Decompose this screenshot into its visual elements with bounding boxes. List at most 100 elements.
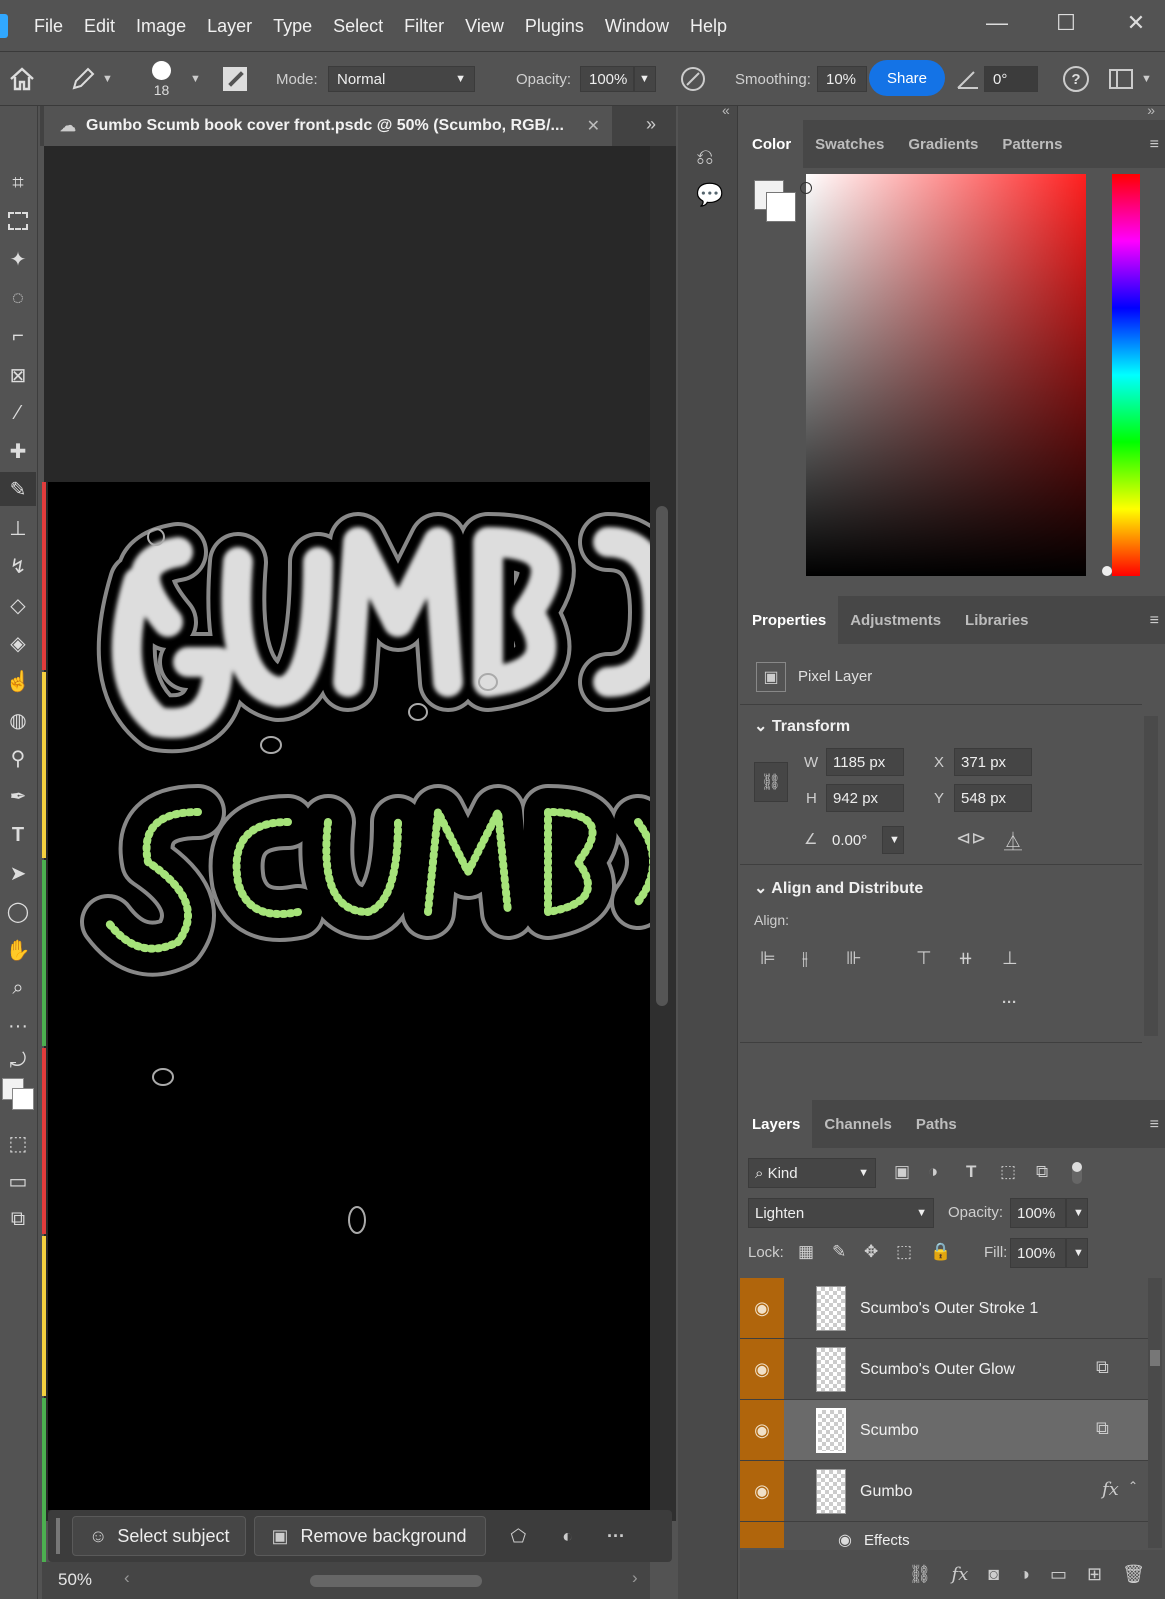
layer-row[interactable]: ◉ Scumbo's Outer Glow ⧉ <box>740 1339 1148 1400</box>
paint-bucket-tool-icon[interactable]: ◈ <box>0 626 36 660</box>
hue-slider-handle[interactable] <box>1102 566 1112 576</box>
frame-tool-icon[interactable]: ⊠ <box>0 358 36 392</box>
menu-file[interactable]: File <box>34 16 63 37</box>
visibility-eye-icon[interactable]: ◉ <box>740 1461 784 1521</box>
tab-swatches[interactable]: Swatches <box>803 120 896 168</box>
new-group-icon[interactable]: ▭ <box>1050 1564 1067 1585</box>
panel-expand-icon[interactable]: » <box>646 114 656 135</box>
filter-smart-object-icon[interactable]: ⧉ <box>1036 1162 1048 1182</box>
eraser-tool-icon[interactable]: ◇ <box>0 588 36 622</box>
help-icon[interactable]: ? <box>1063 52 1089 106</box>
menu-select[interactable]: Select <box>333 16 383 37</box>
history-panel-icon[interactable]: ⎌ <box>696 144 714 170</box>
lock-artboard-icon[interactable]: ⬚ <box>896 1242 912 1262</box>
filter-adjustment-icon[interactable]: ◑ <box>928 1162 938 1182</box>
more-tools-icon[interactable]: ··· <box>0 1009 36 1043</box>
menu-window[interactable]: Window <box>605 16 669 37</box>
fill-input[interactable]: 100% <box>1010 1238 1066 1268</box>
blur-tool-icon[interactable]: ◍ <box>0 703 36 737</box>
flip-vertical-icon[interactable]: ⏅ <box>1004 828 1022 854</box>
more-options-button[interactable]: ··· <box>607 1526 625 1547</box>
height-input[interactable]: 942 px <box>826 784 904 812</box>
tab-properties[interactable]: Properties <box>740 596 839 644</box>
properties-scrollbar[interactable] <box>1144 716 1158 1036</box>
layer-row-selected[interactable]: ◉ Scumbo ⧉ <box>740 1400 1148 1461</box>
workspace-icon[interactable]: ▼ <box>1109 52 1152 106</box>
marquee-tool-icon[interactable] <box>0 204 36 238</box>
tab-channels[interactable]: Channels <box>812 1100 904 1148</box>
rotation-input[interactable]: 0.00° <box>826 826 882 854</box>
select-subject-button[interactable]: ☺ Select subject <box>72 1516 247 1556</box>
quick-mask-icon[interactable]: ⬚ <box>0 1126 36 1160</box>
tab-layers[interactable]: Layers <box>740 1100 813 1148</box>
filter-shape-icon[interactable]: ⬚ <box>1000 1162 1016 1182</box>
menu-layer[interactable]: Layer <box>207 16 252 37</box>
menu-image[interactable]: Image <box>136 16 186 37</box>
transform-section-header[interactable]: ⌄ Transform <box>754 716 850 736</box>
menu-plugins[interactable]: Plugins <box>525 16 584 37</box>
menu-view[interactable]: View <box>465 16 504 37</box>
canvas-vertical-scrollbar[interactable] <box>650 146 676 1521</box>
visibility-eye-icon[interactable]: ◉ <box>740 1339 784 1399</box>
scrollbar-thumb[interactable] <box>656 506 668 1006</box>
drag-handle[interactable] <box>56 1518 60 1554</box>
document-tab[interactable]: ☁ Gumbo Scumb book cover front.psdc @ 50… <box>44 106 612 146</box>
background-swatch[interactable] <box>766 192 796 222</box>
hand-tool-icon[interactable]: ✋ <box>0 933 36 967</box>
clone-stamp-tool-icon[interactable]: ⊥ <box>0 511 36 545</box>
scroll-left-icon[interactable]: ‹ <box>124 1568 130 1588</box>
expand-panels-icon[interactable]: » <box>1147 102 1155 118</box>
menu-help[interactable]: Help <box>690 16 727 37</box>
share-button[interactable]: Share <box>869 60 945 96</box>
layer-filter-select[interactable]: ⌕ Kind ▼ <box>748 1158 876 1188</box>
lock-transparency-icon[interactable]: ▦ <box>798 1242 814 1262</box>
generative-fill-icon[interactable]: ⧉ <box>0 1202 36 1236</box>
align-top-icon[interactable]: ⊤ <box>916 948 932 969</box>
rotation-dropdown-icon[interactable]: ▼ <box>882 826 904 854</box>
mode-select[interactable]: Normal ▼ <box>328 66 475 92</box>
tab-patterns[interactable]: Patterns <box>990 120 1074 168</box>
tab-gradients[interactable]: Gradients <box>896 120 990 168</box>
chevron-down-icon[interactable]: ▼ <box>190 52 201 106</box>
smudge-tool-icon[interactable]: ☝ <box>0 664 36 698</box>
align-vertical-center-icon[interactable]: ⧺ <box>958 948 973 969</box>
color-picker-field[interactable] <box>800 174 1086 576</box>
new-adjustment-layer-icon[interactable]: ◑ <box>1019 1564 1030 1585</box>
add-mask-icon[interactable]: ◙ <box>988 1564 999 1585</box>
layers-scrollbar-thumb[interactable] <box>1150 1350 1160 1366</box>
layers-scrollbar[interactable] <box>1148 1278 1162 1548</box>
background-color-swatch[interactable] <box>12 1088 34 1110</box>
type-tool-icon[interactable]: T <box>0 818 36 852</box>
layer-opacity-dropdown-icon[interactable]: ▼ <box>1066 1198 1088 1228</box>
pencil-tool-preset-icon[interactable]: ▼ <box>70 52 113 106</box>
healing-brush-tool-icon[interactable]: ✚ <box>0 434 36 468</box>
new-layer-icon[interactable]: ⊞ <box>1087 1564 1102 1585</box>
effects-eye-icon[interactable]: ◉ <box>838 1530 852 1548</box>
filter-toggle[interactable] <box>1072 1162 1082 1184</box>
panel-menu-icon[interactable]: ≡ <box>1150 612 1159 630</box>
zoom-tool-icon[interactable]: ⌕ <box>0 971 36 1005</box>
path-selection-tool-icon[interactable]: ➤ <box>0 856 36 890</box>
flip-horizontal-icon[interactable]: ⊲⊳ <box>956 828 986 849</box>
color-picker-cursor[interactable] <box>800 182 812 194</box>
opacity-input[interactable]: 100% <box>580 66 634 92</box>
angle-input[interactable]: 0° <box>984 66 1038 92</box>
add-layer-style-icon[interactable]: fx <box>951 1564 968 1585</box>
link-layers-icon[interactable]: ⛓ <box>909 1564 932 1585</box>
panel-menu-icon[interactable]: ≡ <box>1150 1116 1159 1134</box>
home-icon[interactable] <box>8 52 36 106</box>
opacity-dropdown-icon[interactable]: ▼ <box>634 66 656 92</box>
lock-all-icon[interactable]: 🔒 <box>930 1242 951 1262</box>
artboard-tool-icon[interactable]: ⌗ <box>0 166 36 200</box>
tab-adjustments[interactable]: Adjustments <box>838 596 953 644</box>
filter-pixel-icon[interactable]: ▣ <box>894 1162 910 1182</box>
menu-edit[interactable]: Edit <box>84 16 115 37</box>
visibility-eye-icon[interactable]: ◉ <box>740 1278 784 1338</box>
horizontal-scrollbar-thumb[interactable] <box>310 1575 482 1587</box>
smoothing-input[interactable]: 10% <box>817 66 867 92</box>
x-input[interactable]: 371 px <box>954 748 1032 776</box>
comments-panel-icon[interactable]: 💬 <box>696 182 723 208</box>
close-tab-icon[interactable]: ✕ <box>587 116 600 136</box>
filter-type-icon[interactable]: T <box>966 1162 976 1182</box>
pencil-tool-icon[interactable]: ✎ <box>0 472 36 506</box>
